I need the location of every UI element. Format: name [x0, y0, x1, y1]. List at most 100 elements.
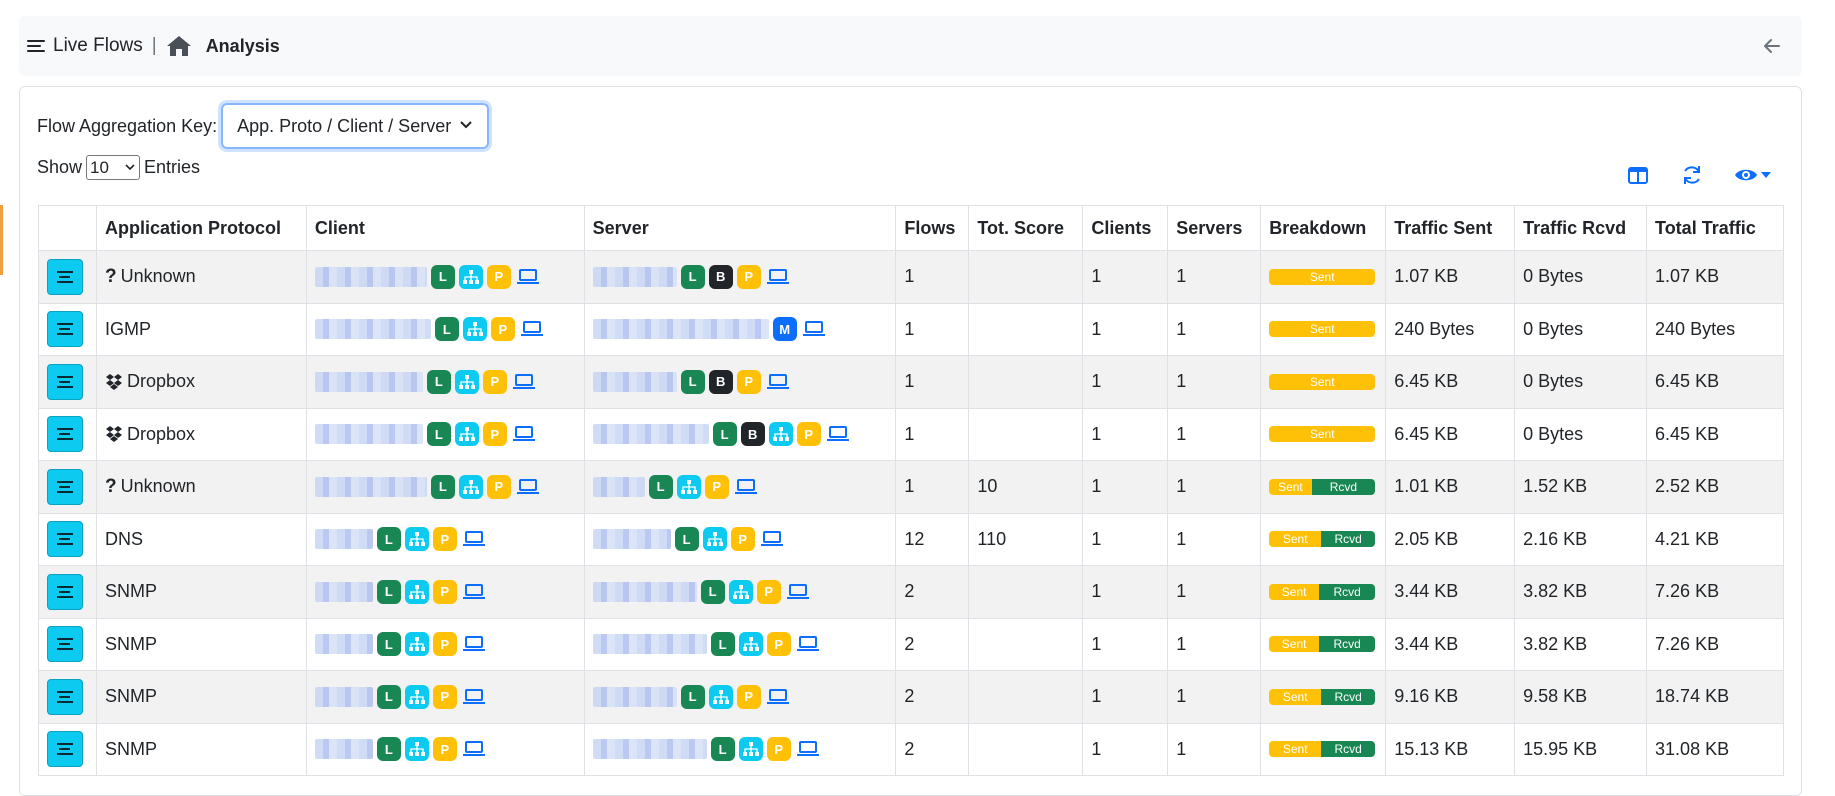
col-tot-score[interactable]: Tot. Score — [968, 205, 1084, 251]
server-local-badge[interactable]: L — [710, 632, 735, 657]
server-blacklisted-badge[interactable]: B — [708, 369, 733, 394]
app-protocol-name[interactable]: SNMP — [105, 686, 157, 707]
client-private-badge[interactable]: P — [432, 737, 457, 762]
col-client[interactable]: Client — [305, 205, 585, 251]
back-arrow-icon[interactable] — [1762, 36, 1782, 56]
client-host-redacted[interactable] — [314, 686, 373, 707]
laptop-icon[interactable] — [520, 321, 543, 337]
client-host-redacted[interactable] — [314, 371, 423, 392]
client-private-badge[interactable]: P — [490, 317, 515, 342]
client-private-badge[interactable]: P — [486, 474, 511, 499]
server-network-badge[interactable] — [676, 474, 701, 499]
server-host-redacted[interactable] — [592, 371, 677, 392]
client-private-badge[interactable]: P — [432, 579, 457, 604]
client-local-badge[interactable]: L — [430, 264, 455, 289]
laptop-icon[interactable] — [462, 636, 485, 652]
home-icon[interactable] — [166, 34, 192, 58]
client-network-badge[interactable] — [454, 369, 479, 394]
server-network-badge[interactable] — [728, 579, 753, 604]
client-local-badge[interactable]: L — [376, 684, 401, 709]
server-local-badge[interactable]: L — [712, 422, 737, 447]
client-private-badge[interactable]: P — [432, 527, 457, 552]
col-breakdown[interactable]: Breakdown — [1260, 205, 1387, 251]
laptop-icon[interactable] — [462, 741, 485, 757]
client-local-badge[interactable]: L — [434, 317, 459, 342]
client-local-badge[interactable]: L — [426, 422, 451, 447]
row-actions-button[interactable] — [47, 678, 83, 715]
server-private-badge[interactable]: P — [766, 632, 791, 657]
aggregation-select[interactable]: App. Proto / Client / Server — [221, 103, 490, 149]
client-private-badge[interactable]: P — [432, 684, 457, 709]
client-local-badge[interactable]: L — [376, 632, 401, 657]
server-local-badge[interactable]: L — [680, 684, 705, 709]
client-local-badge[interactable]: L — [376, 579, 401, 604]
server-host-redacted[interactable] — [592, 476, 645, 497]
laptop-icon[interactable] — [766, 268, 789, 285]
client-host-redacted[interactable] — [314, 529, 373, 550]
client-network-badge[interactable] — [458, 264, 483, 289]
row-actions-button[interactable] — [47, 416, 83, 453]
laptop-icon[interactable] — [766, 373, 789, 390]
server-blacklisted-badge[interactable]: B — [708, 264, 733, 289]
server-host-redacted[interactable] — [592, 319, 769, 340]
col-traffic-sent[interactable]: Traffic Sent — [1385, 205, 1516, 251]
columns-icon[interactable] — [1626, 163, 1650, 187]
client-host-redacted[interactable] — [314, 266, 427, 287]
laptop-icon[interactable] — [786, 583, 809, 600]
server-network-badge[interactable] — [708, 684, 733, 709]
client-host-redacted[interactable] — [314, 319, 431, 340]
col-clients[interactable]: Clients — [1082, 205, 1169, 251]
client-private-badge[interactable]: P — [482, 369, 507, 394]
app-protocol-name[interactable]: SNMP — [105, 634, 157, 655]
client-host-redacted[interactable] — [314, 424, 423, 445]
server-host-redacted[interactable] — [592, 266, 677, 287]
server-host-redacted[interactable] — [592, 424, 709, 445]
row-actions-button[interactable] — [47, 731, 83, 768]
client-private-badge[interactable]: P — [486, 264, 511, 289]
client-network-badge[interactable] — [458, 474, 483, 499]
client-network-badge[interactable] — [454, 422, 479, 447]
client-host-redacted[interactable] — [314, 476, 427, 497]
laptop-icon[interactable] — [826, 426, 849, 442]
entries-select[interactable]: 10 — [86, 155, 141, 180]
server-network-badge[interactable] — [738, 737, 763, 762]
app-protocol-name[interactable]: SNMP — [105, 739, 157, 760]
laptop-icon[interactable] — [766, 688, 789, 705]
client-network-badge[interactable] — [404, 527, 429, 552]
app-protocol-name[interactable]: DNS — [105, 529, 143, 550]
row-actions-button[interactable] — [47, 258, 83, 295]
server-private-badge[interactable]: P — [736, 264, 761, 289]
server-local-badge[interactable]: L — [710, 737, 735, 762]
server-network-badge[interactable] — [738, 632, 763, 657]
server-host-redacted[interactable] — [592, 581, 697, 602]
client-network-badge[interactable] — [462, 317, 487, 342]
row-actions-button[interactable] — [47, 573, 83, 610]
col-traffic-rcvd[interactable]: Traffic Rcvd — [1514, 205, 1648, 251]
server-private-badge[interactable]: P — [756, 579, 781, 604]
server-host-redacted[interactable] — [592, 686, 677, 707]
app-protocol-name[interactable]: Unknown — [121, 476, 196, 497]
client-network-badge[interactable] — [404, 684, 429, 709]
menu-icon[interactable] — [27, 38, 47, 54]
col-server[interactable]: Server — [583, 205, 897, 251]
laptop-icon[interactable] — [802, 321, 825, 337]
server-private-badge[interactable]: P — [730, 527, 755, 552]
refresh-icon[interactable] — [1680, 163, 1704, 187]
server-host-redacted[interactable] — [592, 634, 707, 655]
client-local-badge[interactable]: L — [426, 369, 451, 394]
client-host-redacted[interactable] — [314, 634, 373, 655]
server-local-badge[interactable]: L — [680, 369, 705, 394]
laptop-icon[interactable] — [512, 426, 535, 442]
server-private-badge[interactable]: P — [796, 422, 821, 447]
row-actions-button[interactable] — [47, 311, 83, 348]
client-network-badge[interactable] — [404, 737, 429, 762]
server-host-redacted[interactable] — [592, 529, 671, 550]
laptop-icon[interactable] — [462, 688, 485, 705]
laptop-icon[interactable] — [512, 373, 535, 390]
col-app-protocol[interactable]: Application Protocol — [95, 205, 307, 251]
page-title[interactable]: Live Flows — [53, 35, 143, 57]
laptop-icon[interactable] — [516, 478, 539, 495]
col-total-traffic[interactable]: Total Traffic — [1646, 205, 1784, 251]
server-local-badge[interactable]: L — [700, 579, 725, 604]
laptop-icon[interactable] — [516, 268, 539, 285]
